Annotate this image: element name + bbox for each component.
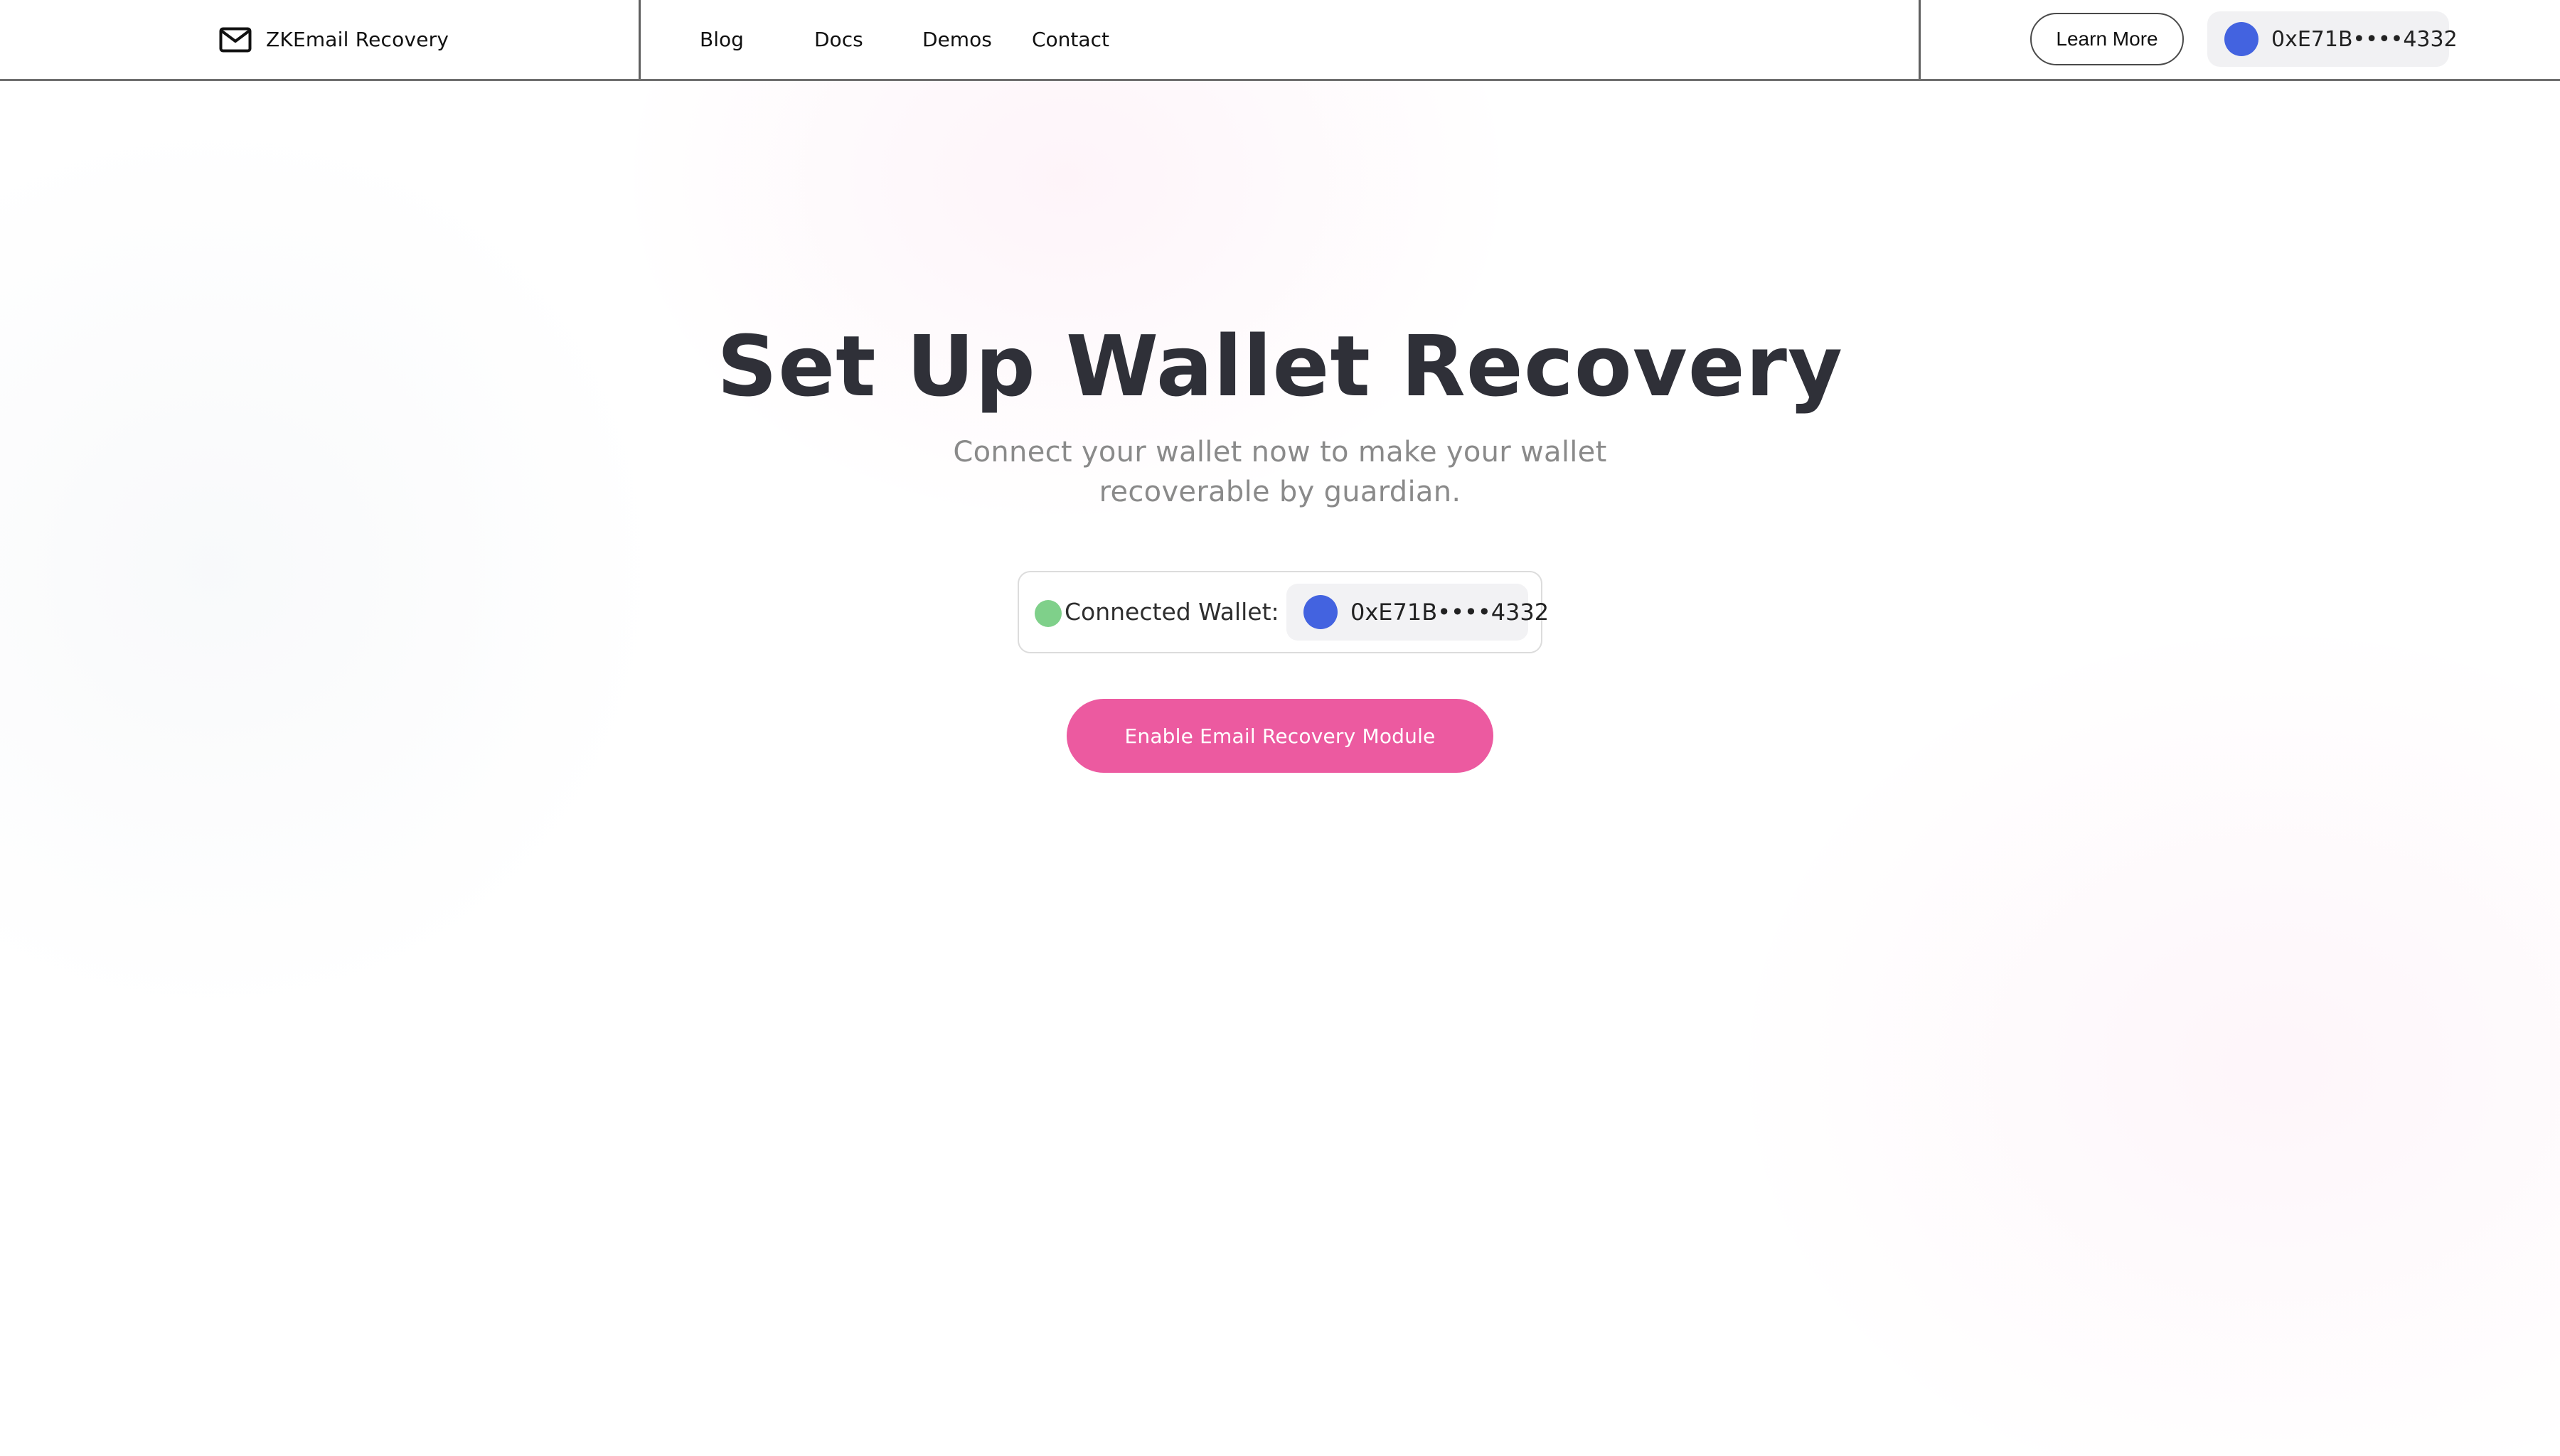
nav-divider-right	[1919, 0, 1921, 79]
top-navbar: ZKEmail Recovery Blog Docs Demos Contact…	[0, 0, 2560, 81]
connected-wallet-address: 0xE71B••••4332	[1350, 599, 1550, 626]
wallet-avatar-icon	[1303, 595, 1338, 629]
status-dot-icon	[1035, 600, 1062, 627]
connected-wallet-address-chip: 0xE71B••••4332	[1286, 584, 1549, 641]
wallet-avatar-icon	[2224, 22, 2258, 56]
nav-link-blog[interactable]: Blog	[700, 0, 744, 79]
page-subtitle: Connect your wallet now to make your wal…	[953, 436, 1607, 508]
connected-wallet-label: Connected Wallet:	[1065, 598, 1279, 626]
page-title: Set Up Wallet Recovery	[717, 317, 1843, 415]
wallet-address-chip[interactable]: 0xE71B••••4332	[2207, 11, 2458, 67]
enable-email-recovery-button[interactable]: Enable Email Recovery Module	[1067, 699, 1493, 773]
wallet-address: 0xE71B••••4332	[2271, 26, 2458, 52]
nav-link-demos[interactable]: Demos	[922, 0, 992, 79]
brand-logo[interactable]: ZKEmail Recovery	[219, 0, 449, 79]
learn-more-button[interactable]: Learn More	[2030, 13, 2184, 65]
nav-link-contact[interactable]: Contact	[1032, 0, 1109, 79]
brand-name: ZKEmail Recovery	[266, 28, 449, 51]
connected-wallet-card: Connected Wallet: 0xE71B••••4332	[1018, 571, 1549, 653]
nav-divider-left	[639, 0, 641, 79]
nav-link-docs[interactable]: Docs	[814, 0, 863, 79]
mail-icon	[219, 27, 252, 52]
